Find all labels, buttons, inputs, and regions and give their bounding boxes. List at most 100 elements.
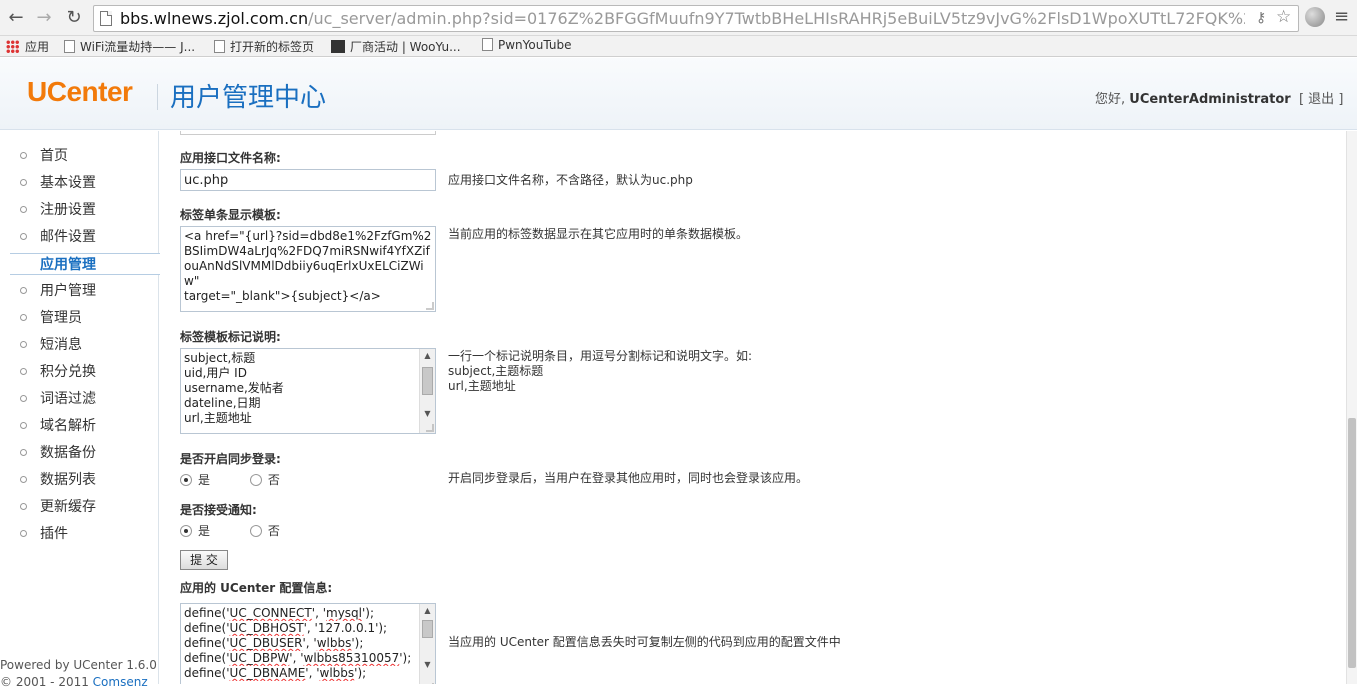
bookmark-apps[interactable]: 应用	[6, 38, 49, 55]
config-textarea[interactable]: define('UC_CONNECT', 'mysql'); define('UC…	[180, 603, 436, 684]
bullet-icon	[20, 179, 27, 186]
tag-template-hint: 当前应用的标签数据显示在其它应用时的单条数据模板。	[448, 227, 749, 241]
scroll-up-icon[interactable]: ▲	[420, 604, 435, 618]
radio-unchecked-icon[interactable]	[249, 525, 262, 537]
submit-button[interactable]: 提 交	[180, 550, 228, 570]
config-line: define('UC_DBNAME', 'wlbbs');	[184, 666, 367, 680]
bookmark-newtab[interactable]: 打开新的标签页	[214, 38, 314, 55]
bookmark-wooyun[interactable]: 厂商活动 | WooYu...	[331, 38, 461, 55]
scroll-down-icon[interactable]: ▼	[420, 658, 435, 672]
radio-checked-icon[interactable]	[180, 474, 192, 486]
menu-icon[interactable]: ≡	[1334, 6, 1349, 27]
sidebar-item[interactable]: 短消息	[10, 334, 159, 356]
bullet-icon	[20, 233, 27, 240]
url-text[interactable]: bbs.wlnews.zjol.com.cn/uc_server/admin.p…	[120, 9, 1245, 28]
api-file-label: 应用接口文件名称:	[180, 151, 281, 165]
ucenter-logo[interactable]: UCenter	[27, 76, 133, 108]
page-icon	[100, 11, 112, 26]
sidebar-item[interactable]: 注册设置	[10, 199, 159, 221]
config-line: define('UC_DBUSER', 'wlbbs');	[184, 636, 364, 650]
bullet-icon	[20, 341, 27, 348]
tag-marks-textarea[interactable]: subject,标题 uid,用户 ID username,发帖者 dateli…	[180, 348, 436, 434]
bullet-icon	[20, 395, 27, 402]
page-scroll-thumb[interactable]	[1348, 418, 1356, 668]
reload-icon[interactable]: ↻	[62, 6, 86, 30]
sync-login-label: 是否开启同步登录:	[180, 452, 281, 466]
page-icon	[214, 40, 225, 53]
sidebar-item[interactable]: 邮件设置	[10, 226, 159, 248]
logo-divider	[157, 84, 158, 110]
resize-grip-icon[interactable]	[426, 302, 434, 310]
wooyun-icon	[331, 40, 345, 53]
textarea-scrollbar[interactable]: ▲ ▼	[419, 349, 435, 433]
sidebar-item[interactable]: 插件	[10, 523, 159, 545]
config-line: define('UC_CONNECT', 'mysql');	[184, 606, 375, 620]
tag-marks-hint: 一行一个标记说明条目，用逗号分割标记和说明文字。如: subject,主题标题 …	[448, 349, 753, 393]
sync-login-options: 是 否	[180, 471, 316, 488]
main-content: 应用接口文件名称: 应用接口文件名称，不含路径，默认为uc.php 标签单条显示…	[160, 131, 1346, 684]
sidebar-item[interactable]: 域名解析	[10, 415, 159, 437]
copyright: © 2001 - 2011 Comsenz	[0, 675, 148, 689]
sidebar-item-label: 邮件设置	[40, 229, 96, 245]
key-icon[interactable]: ⚷	[1256, 10, 1266, 26]
bookmark-pwnyoutube[interactable]: PwnYouTube	[482, 38, 571, 52]
scroll-thumb[interactable]	[422, 367, 433, 395]
sidebar-item[interactable]: 词语过滤	[10, 388, 159, 410]
textarea-scrollbar[interactable]: ▲ ▼	[419, 604, 435, 684]
back-icon[interactable]: ←	[4, 6, 28, 30]
sidebar-item-label: 首页	[40, 148, 68, 164]
browser-toolbar: ← → ↻ bbs.wlnews.zjol.com.cn/uc_server/a…	[0, 0, 1357, 36]
scroll-up-icon[interactable]: ▲	[420, 349, 435, 363]
address-bar[interactable]: bbs.wlnews.zjol.com.cn/uc_server/admin.p…	[93, 5, 1299, 32]
notify-label: 是否接受通知:	[180, 503, 257, 517]
comsenz-link[interactable]: Comsenz	[93, 675, 148, 689]
sync-login-yes[interactable]: 是	[180, 471, 210, 488]
sidebar-item[interactable]: 数据备份	[10, 442, 159, 464]
scroll-thumb[interactable]	[422, 620, 433, 638]
bullet-icon	[20, 287, 27, 294]
star-icon[interactable]: ☆	[1276, 7, 1291, 27]
sidebar-item[interactable]: 基本设置	[10, 172, 159, 194]
app-header: UCenter 用户管理中心 您好, UCenterAdministrator …	[0, 58, 1357, 130]
extension-globe-icon[interactable]	[1305, 7, 1325, 27]
notify-yes[interactable]: 是	[180, 522, 210, 539]
forward-icon[interactable]: →	[32, 6, 56, 30]
sidebar-item-label: 数据列表	[40, 472, 96, 488]
config-line: define('UC_DBPW', 'wlbbs85310057');	[184, 651, 412, 665]
tag-template-label: 标签单条显示模板:	[180, 208, 281, 222]
apps-icon	[6, 40, 19, 53]
sidebar-item-label: 应用管理	[40, 257, 96, 273]
username: UCenterAdministrator	[1129, 92, 1291, 107]
radio-checked-icon[interactable]	[180, 525, 192, 537]
page-scrollbar[interactable]	[1346, 131, 1357, 684]
bullet-icon	[20, 476, 27, 483]
logout-link[interactable]: 退出	[1308, 92, 1334, 107]
sidebar-item[interactable]: 积分兑换	[10, 361, 159, 383]
bullet-icon	[20, 503, 27, 510]
tag-template-textarea[interactable]: <a href="{url}?sid=dbd8e1%2FzfGm%2BSIimD…	[180, 226, 436, 312]
sidebar-item[interactable]: 更新缓存	[10, 496, 159, 518]
sidebar-item-label: 积分兑换	[40, 364, 96, 380]
resize-grip-icon[interactable]	[426, 424, 434, 432]
page-icon	[64, 40, 75, 53]
sidebar-item[interactable]: 数据列表	[10, 469, 159, 491]
bullet-icon	[20, 206, 27, 213]
scroll-down-icon[interactable]: ▼	[420, 407, 435, 421]
sync-login-no[interactable]: 否	[249, 471, 280, 488]
sidebar: Powered by UCenter 1.6.0 © 2001 - 2011 C…	[0, 131, 160, 689]
config-line: define('UC_DBHOST', '127.0.0.1');	[184, 621, 388, 635]
sidebar-item[interactable]: 用户管理	[10, 280, 159, 302]
sidebar-item[interactable]: 应用管理	[10, 253, 160, 275]
bookmark-wifi[interactable]: WiFi流量劫持—— J...	[64, 38, 195, 55]
notify-no[interactable]: 否	[249, 522, 280, 539]
sidebar-item[interactable]: 首页	[10, 145, 159, 167]
tag-marks-label: 标签模板标记说明:	[180, 330, 281, 344]
sidebar-item[interactable]: 管理员	[10, 307, 159, 329]
previous-field-input[interactable]	[180, 131, 436, 135]
sidebar-item-label: 管理员	[40, 310, 82, 326]
radio-unchecked-icon[interactable]	[249, 474, 262, 486]
sidebar-item-label: 基本设置	[40, 175, 96, 191]
config-hint: 当应用的 UCenter 配置信息丢失时可复制左侧的代码到应用的配置文件中	[448, 635, 841, 649]
page-title: 用户管理中心	[170, 83, 327, 113]
api-file-input[interactable]	[180, 169, 436, 191]
